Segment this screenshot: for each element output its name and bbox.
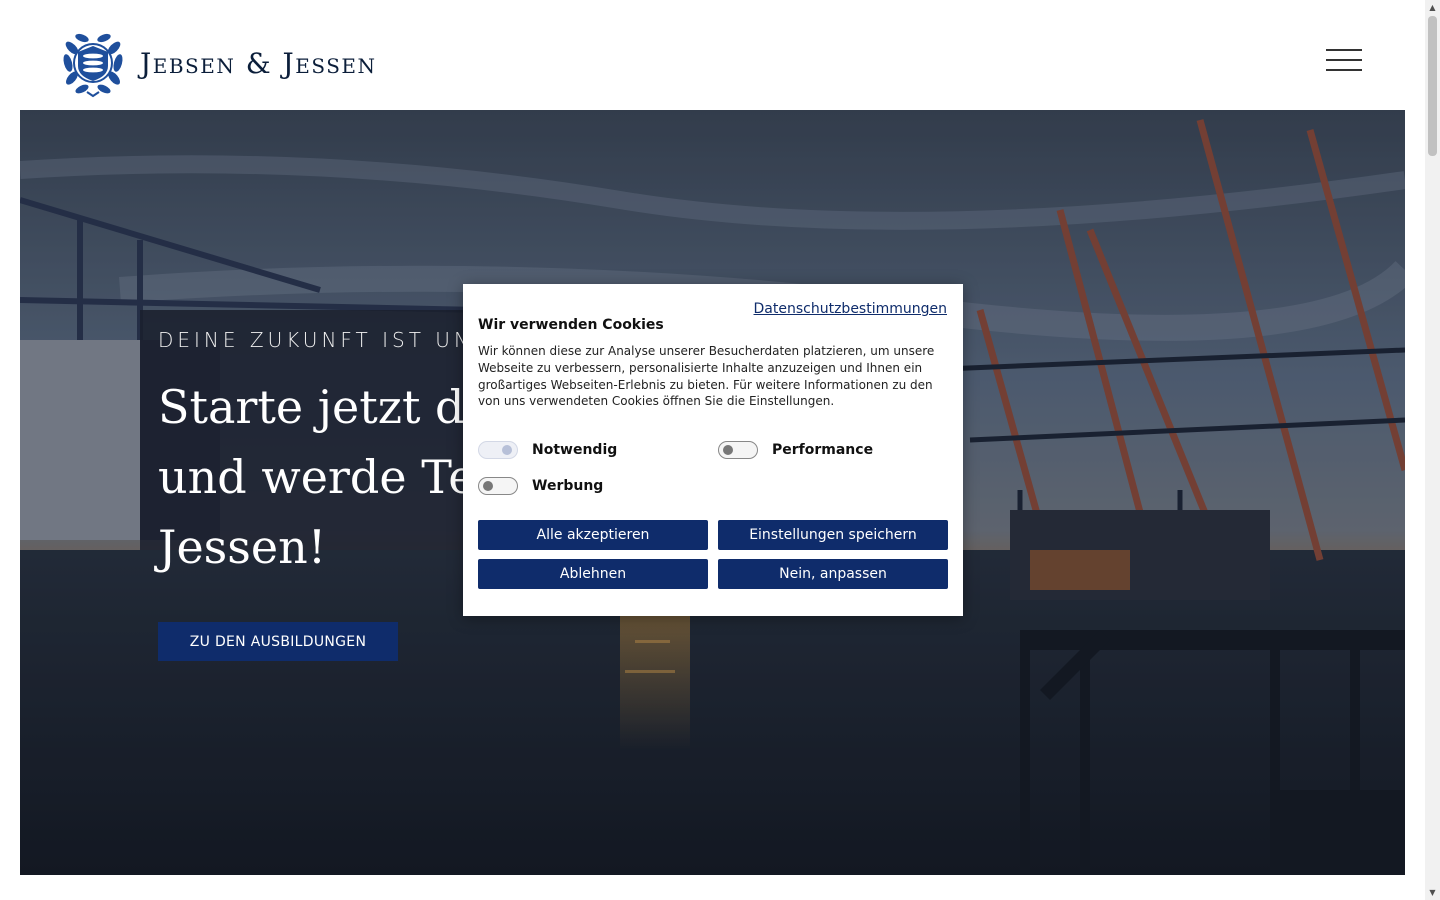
performance-toggle[interactable]: [718, 441, 758, 459]
necessary-label: Notwendig: [532, 442, 618, 458]
menu-line: [1326, 69, 1362, 71]
advertising-toggle[interactable]: [478, 477, 518, 495]
crest-icon: [63, 33, 123, 98]
trainings-cta-button[interactable]: ZU DEN AUSBILDUNGEN: [158, 622, 398, 661]
hero-kicker: DEINE ZUKUNFT IST UNS: [158, 328, 490, 352]
hamburger-menu-icon[interactable]: [1326, 47, 1364, 73]
logo-wordmark: Jebsen & Jessen: [140, 46, 377, 80]
scroll-down-icon[interactable]: ▼: [1425, 885, 1440, 900]
cookie-dialog-text: Wir können diese zur Analyse unserer Bes…: [478, 344, 935, 409]
customize-button[interactable]: Nein, anpassen: [718, 559, 948, 589]
menu-line: [1326, 49, 1362, 51]
logo[interactable]: Jebsen & Jessen: [58, 28, 377, 98]
accept-all-button[interactable]: Alle akzeptieren: [478, 520, 708, 550]
hero-title-line: Starte jetzt de: [158, 380, 492, 434]
save-settings-button[interactable]: Einstellungen speichern: [718, 520, 948, 550]
site-header: Jebsen & Jessen: [0, 0, 1425, 110]
scrollbar-thumb[interactable]: [1428, 16, 1437, 156]
necessary-toggle: [478, 441, 518, 459]
hero-title-line: Jessen!: [158, 520, 327, 574]
cookie-dialog-title: Wir verwenden Cookies: [478, 317, 664, 333]
cookie-option-performance: Performance: [718, 441, 873, 459]
cookie-option-necessary: Notwendig: [478, 441, 617, 459]
cookie-consent-dialog: Datenschutzbestimmungen Wir verwenden Co…: [463, 284, 963, 616]
cookie-option-advertising: Werbung: [478, 477, 603, 495]
advertising-label: Werbung: [532, 478, 604, 494]
scroll-up-icon[interactable]: ▲: [1425, 0, 1440, 15]
decline-button[interactable]: Ablehnen: [478, 559, 708, 589]
page-scrollbar[interactable]: ▲ ▼: [1425, 0, 1440, 900]
menu-line: [1326, 59, 1362, 61]
performance-label: Performance: [772, 442, 874, 458]
privacy-policy-link[interactable]: Datenschutzbestimmungen: [754, 301, 947, 317]
hero-title-line: und werde Tei: [158, 450, 491, 504]
